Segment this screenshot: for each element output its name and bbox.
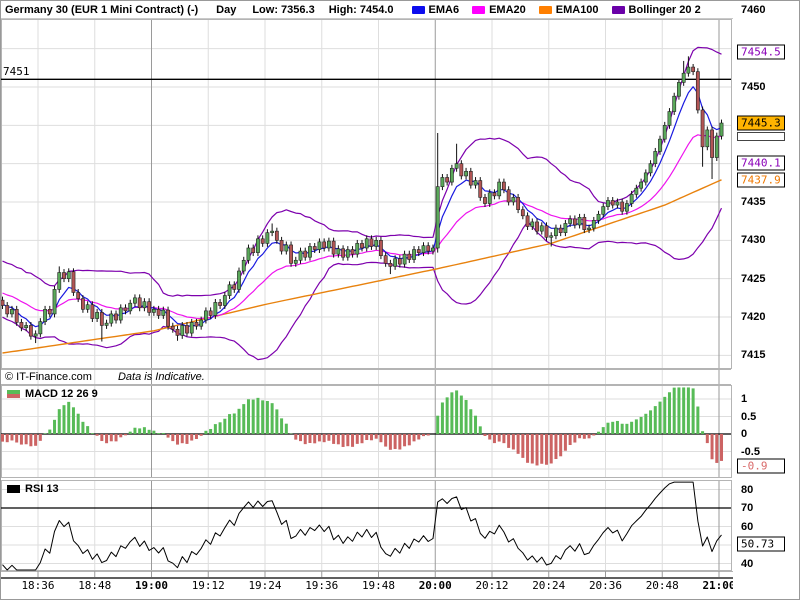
legend-label: EMA6 (428, 3, 460, 16)
axis-tick-label: 40 (741, 557, 754, 570)
macd-icon (7, 390, 20, 398)
chart-header: Germany 30 (EUR 1 Mini Contract) (-) Day… (1, 1, 733, 19)
rsi-value-box: 50.73 (737, 536, 785, 552)
axis-tick-label: 7435 (741, 196, 766, 208)
axis-tick-label: 60 (741, 520, 754, 533)
legend-swatch-icon (411, 5, 425, 14)
axis-tick-label: 7460 (741, 4, 766, 17)
legend-swatch-icon (611, 5, 625, 14)
price-level-label: 7451 (3, 65, 30, 78)
legend-swatch-icon (538, 5, 552, 14)
indicator-value-box: 7437.9 (737, 172, 785, 188)
legend-label: EMA20 (489, 3, 526, 16)
last-price-marker (737, 132, 785, 142)
axis-tick-label: -0.5 (741, 445, 760, 458)
rsi-label: RSI 13 (25, 483, 59, 495)
macd-label: MACD 12 26 9 (25, 388, 98, 400)
time-tick-label: 20:48 (645, 579, 679, 592)
price-axis-column: 7460 7450 7435 7430 7425 7420 7415 7454.5 7445.3… (733, 1, 799, 599)
axis-tick-label: 80 (741, 483, 754, 496)
indicative-note: Data is Indicative. (117, 371, 205, 383)
macd-value-box: -0.9 (737, 458, 785, 473)
time-tick-label: 20:00 (418, 579, 452, 592)
indicator-legend: EMA6 EMA20 EMA100 Bollinger 20 2 (411, 3, 701, 16)
axis-tick-label: 0 (741, 428, 748, 440)
rsi-panel-plot[interactable] (1, 480, 733, 571)
time-tick-label: 19:12 (191, 579, 225, 592)
axis-tick-label: 7425 (741, 272, 766, 285)
axis-tick-label: 0.5 (741, 410, 757, 423)
session-high-label: High: 7454.0 (328, 3, 394, 16)
axis-tick-label: 70 (741, 502, 754, 514)
time-tick-label: 18:48 (78, 579, 112, 592)
time-tick-label: 18:36 (21, 579, 55, 592)
legend-label: Bollinger 20 2 (628, 3, 701, 16)
rsi-panel-header: RSI 13 (7, 483, 59, 495)
time-tick-label: 19:24 (248, 579, 282, 592)
legend-item: Bollinger 20 2 (611, 3, 701, 16)
legend-swatch-icon (472, 5, 486, 14)
indicator-value-box: 7454.5 (737, 44, 785, 60)
axis-tick-label: 7415 (741, 349, 766, 362)
legend-label: EMA100 (555, 3, 599, 16)
axis-tick-label: 7450 (741, 81, 766, 93)
time-axis-ticks (1, 571, 733, 579)
time-tick-label: 21:00 (702, 579, 736, 592)
last-price-box: 7445.3 (737, 115, 785, 131)
axis-tick-label: 1 (741, 393, 748, 405)
macd-panel-plot[interactable] (1, 385, 733, 478)
instrument-title: Germany 30 (EUR 1 Mini Contract) (-) (5, 3, 199, 16)
price-chart-plot[interactable] (1, 19, 733, 369)
legend-item: EMA100 (538, 3, 599, 16)
time-tick-label: 20:12 (475, 579, 509, 592)
timeframe-label: Day (216, 3, 237, 16)
legend-item: EMA20 (472, 4, 526, 16)
session-low-label: Low: 7356.3 (252, 3, 315, 16)
watermark: © IT-Finance.com Data is Indicative. (5, 370, 205, 384)
indicator-value-box: 7440.1 (737, 155, 785, 171)
time-tick-label: 19:48 (361, 579, 396, 592)
time-tick-label: 20:36 (588, 579, 623, 592)
time-tick-label: 19:36 (305, 579, 339, 592)
trading-chart-window: Germany 30 (EUR 1 Mini Contract) (-) Day… (0, 0, 800, 600)
rsi-icon (7, 485, 20, 493)
axis-tick-label: 7430 (741, 234, 766, 247)
time-tick-label: 20:24 (532, 579, 566, 592)
time-tick-label: 19:00 (134, 579, 169, 592)
axis-tick-label: 7420 (741, 311, 766, 323)
time-axis: 18:36 18:48 19:00 19:12 19:24 19:36 19:48 20:00… (1, 579, 799, 595)
copyright-text: © IT-Finance.com (5, 371, 92, 383)
macd-panel-header: MACD 12 26 9 (7, 388, 98, 400)
legend-item: EMA6 (411, 3, 460, 16)
